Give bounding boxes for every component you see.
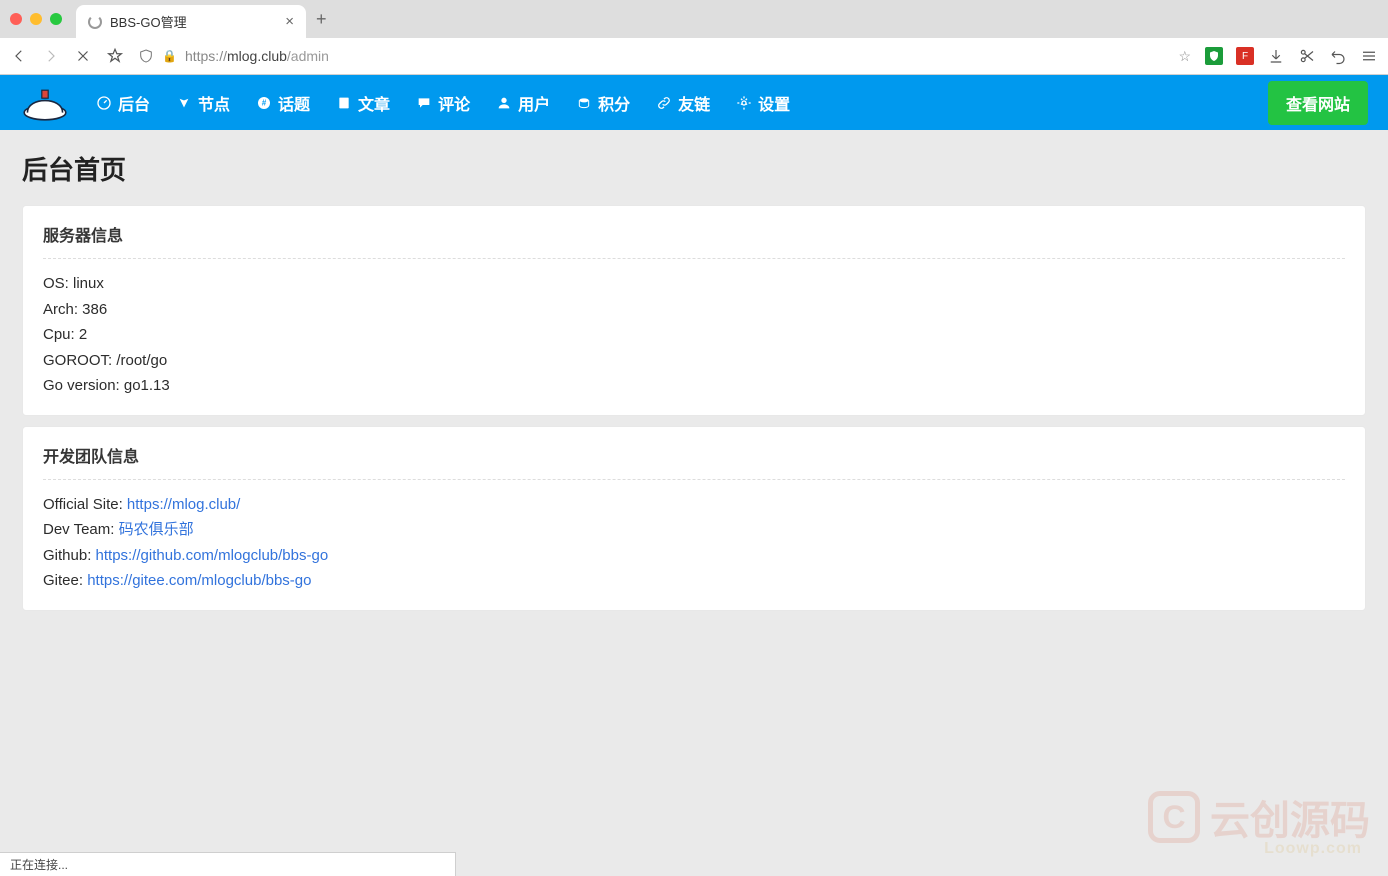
card-title: 服务器信息 — [43, 222, 1345, 259]
forward-button[interactable] — [42, 47, 60, 65]
team-info-card: 开发团队信息 Official Site: https://mlog.club/… — [22, 426, 1366, 611]
page-content: 后台首页 服务器信息 OS: linux Arch: 386 Cpu: 2 GO… — [0, 130, 1388, 641]
watermark: C 云创源码 — [1148, 788, 1370, 846]
svg-text:#: # — [262, 98, 267, 107]
url-bookmark-icon[interactable]: ☆ — [1178, 48, 1191, 65]
nav-nodes[interactable]: 节点 — [176, 91, 230, 115]
nav-topics[interactable]: # 话题 — [256, 91, 310, 115]
info-row: Official Site: https://mlog.club/ — [43, 492, 1345, 518]
info-row: Go version: go1.13 — [43, 373, 1345, 399]
lock-icon: 🔒 — [162, 49, 177, 63]
info-row: Arch: 386 — [43, 297, 1345, 323]
extension-icons: F — [1205, 47, 1378, 65]
nav-label: 文章 — [358, 91, 390, 115]
window-controls — [10, 13, 62, 25]
close-tab-icon[interactable]: × — [285, 13, 294, 30]
download-icon[interactable] — [1267, 47, 1285, 65]
nav-users[interactable]: 用户 — [496, 91, 550, 115]
bookmark-star-icon[interactable] — [106, 47, 124, 65]
browser-chrome: BBS-GO管理 × + 🔒 https://mlog.club/admin ☆… — [0, 0, 1388, 75]
card-title: 开发团队信息 — [43, 443, 1345, 480]
url-field[interactable]: 🔒 https://mlog.club/admin ☆ — [138, 48, 1191, 65]
nav-settings[interactable]: 设置 — [736, 91, 790, 115]
loading-spinner-icon — [88, 15, 102, 29]
menu-icon[interactable] — [1360, 47, 1378, 65]
nav-label: 节点 — [198, 91, 230, 115]
gitee-link[interactable]: https://gitee.com/mlogclub/bbs-go — [87, 572, 311, 589]
info-row: GOROOT: /root/go — [43, 348, 1345, 374]
status-bar: 正在连接... — [0, 852, 456, 876]
nav-label: 评论 — [438, 91, 470, 115]
tab-bar: BBS-GO管理 × + — [0, 0, 1388, 38]
official-site-link[interactable]: https://mlog.club/ — [127, 496, 240, 513]
app-navbar: 后台 节点 # 话题 文章 评论 用户 积分 友链 设置 查看网站 — [0, 75, 1388, 130]
github-link[interactable]: https://github.com/mlogclub/bbs-go — [96, 547, 329, 564]
address-bar: 🔒 https://mlog.club/admin ☆ F — [0, 38, 1388, 74]
app-logo[interactable] — [20, 84, 70, 122]
back-button[interactable] — [10, 47, 28, 65]
watermark-sub: Loowp.com — [1264, 840, 1362, 858]
nav-label: 后台 — [118, 91, 150, 115]
page-title: 后台首页 — [22, 150, 1366, 187]
nav-label: 积分 — [598, 91, 630, 115]
nav-label: 话题 — [278, 91, 310, 115]
tab-title: BBS-GO管理 — [110, 12, 187, 31]
info-row: Gitee: https://gitee.com/mlogclub/bbs-go — [43, 568, 1345, 594]
maximize-window-button[interactable] — [50, 13, 62, 25]
nav-label: 友链 — [678, 91, 710, 115]
nav-label: 设置 — [758, 91, 790, 115]
info-row: Github: https://github.com/mlogclub/bbs-… — [43, 543, 1345, 569]
undo-icon[interactable] — [1329, 47, 1347, 65]
new-tab-button[interactable]: + — [316, 9, 327, 30]
minimize-window-button[interactable] — [30, 13, 42, 25]
shield-icon — [138, 48, 154, 64]
view-site-button[interactable]: 查看网站 — [1268, 81, 1368, 125]
extension-red-icon[interactable]: F — [1236, 47, 1254, 65]
nav-comments[interactable]: 评论 — [416, 91, 470, 115]
info-row: Dev Team: 码农俱乐部 — [43, 517, 1345, 543]
nav-points[interactable]: 积分 — [576, 91, 630, 115]
url-text: https://mlog.club/admin — [185, 48, 329, 64]
info-row: Cpu: 2 — [43, 322, 1345, 348]
nav-dashboard[interactable]: 后台 — [96, 91, 150, 115]
browser-tab[interactable]: BBS-GO管理 × — [76, 5, 306, 38]
server-info-card: 服务器信息 OS: linux Arch: 386 Cpu: 2 GOROOT:… — [22, 205, 1366, 416]
nav-articles[interactable]: 文章 — [336, 91, 390, 115]
dev-team-link[interactable]: 码农俱乐部 — [119, 521, 194, 538]
watermark-logo-icon: C — [1148, 791, 1200, 843]
scissors-icon[interactable] — [1298, 47, 1316, 65]
nav-links[interactable]: 友链 — [656, 91, 710, 115]
stop-button[interactable] — [74, 47, 92, 65]
extension-shield-icon[interactable] — [1205, 47, 1223, 65]
nav-label: 用户 — [518, 91, 550, 115]
close-window-button[interactable] — [10, 13, 22, 25]
info-row: OS: linux — [43, 271, 1345, 297]
